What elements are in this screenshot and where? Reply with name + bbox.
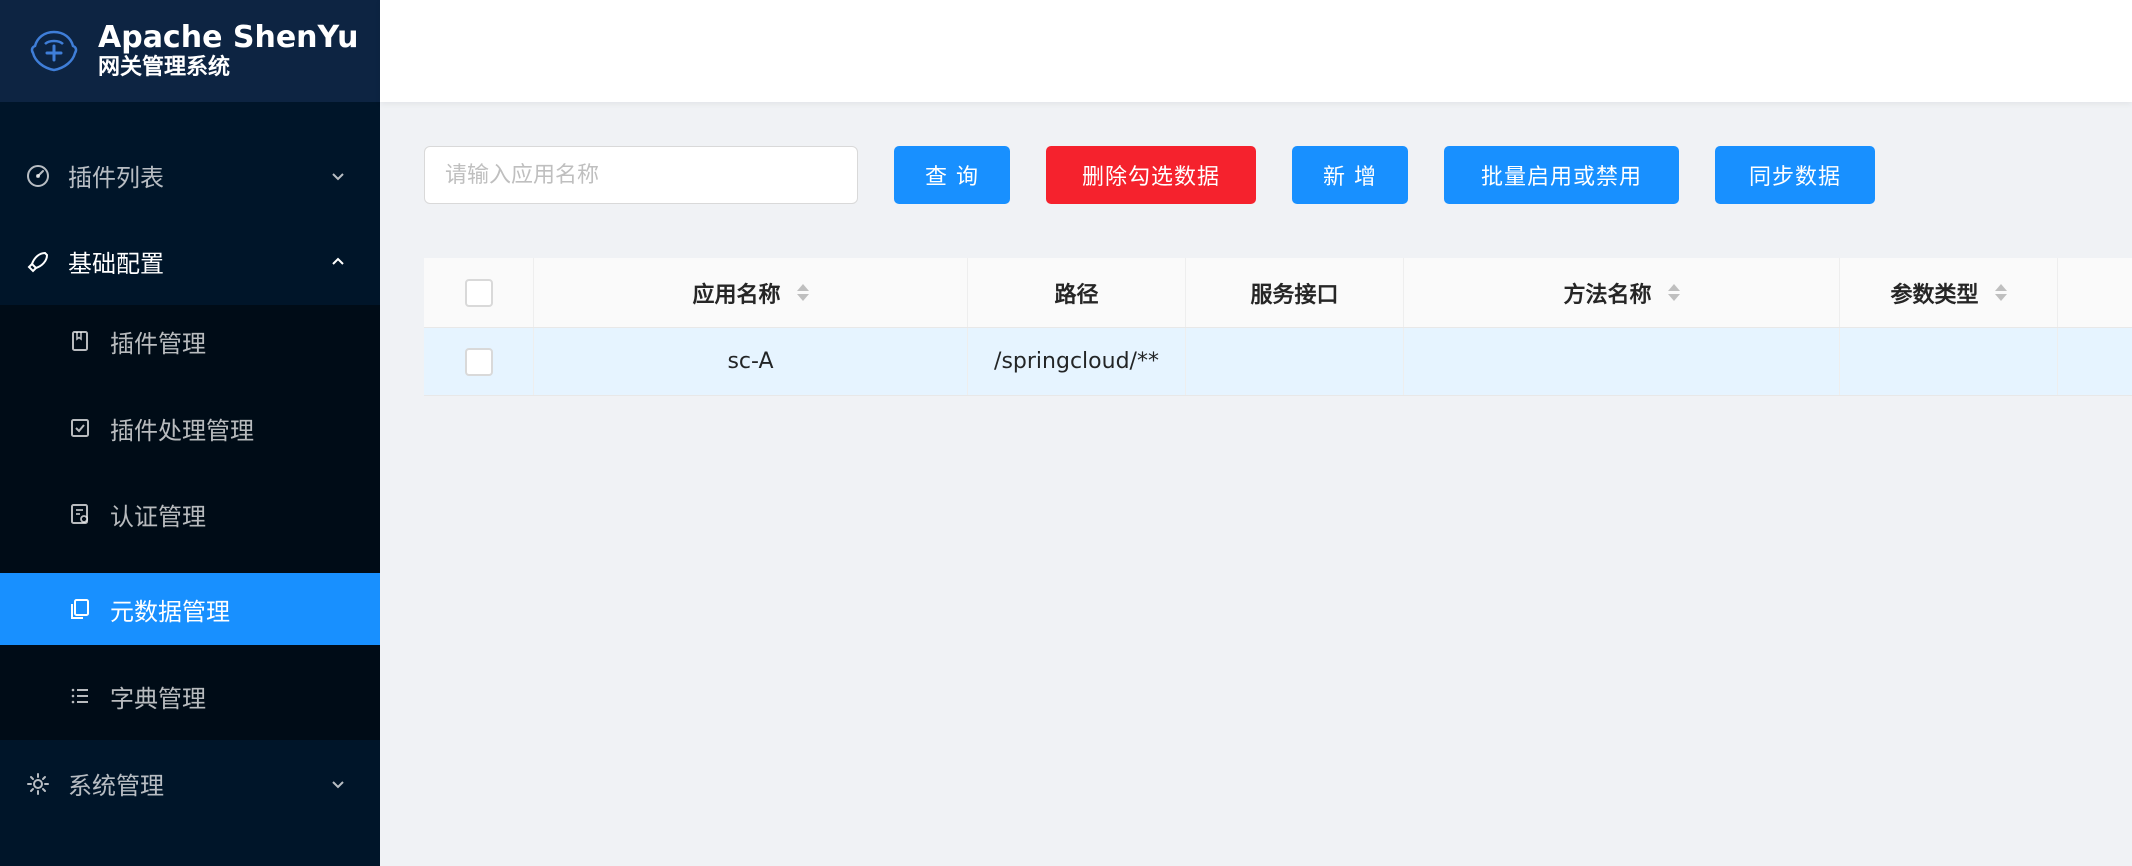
- brand-title: Apache ShenYu: [98, 20, 359, 55]
- chevron-down-icon: [328, 774, 348, 794]
- cell-path: /springcloud/**: [968, 328, 1186, 395]
- book-icon: [66, 327, 94, 355]
- sort-icon[interactable]: [796, 284, 809, 301]
- cell-method: [1404, 328, 1840, 395]
- table-header: 应用名称 路径 服务接口 方法名称 参数类型: [424, 258, 2132, 328]
- column-header-label: 参数类型: [1890, 282, 1979, 308]
- sidebar-item-label: 字典管理: [110, 684, 206, 713]
- select-all-cell: [424, 258, 534, 327]
- cell-param-types: [1840, 328, 2058, 395]
- column-header-label: 应用名称: [692, 282, 781, 308]
- batch-enable-disable-button[interactable]: 批量启用或禁用: [1444, 146, 1679, 204]
- chevron-up-icon: [328, 252, 348, 272]
- column-header-param-types[interactable]: 参数类型: [1840, 258, 2058, 327]
- sidebar-item-basic-config[interactable]: 基础配置: [0, 218, 380, 305]
- sidebar-item-system[interactable]: 系统管理: [0, 740, 380, 827]
- metadata-table: 应用名称 路径 服务接口 方法名称 参数类型 sc-A /springcloud…: [424, 258, 2132, 396]
- sidebar-item-label: 插件管理: [110, 329, 206, 358]
- sidebar-item-auth[interactable]: 认证管理: [0, 478, 380, 550]
- column-header-path: 路径: [968, 258, 1186, 327]
- column-header-label: 服务接口: [1250, 282, 1339, 308]
- sidebar-item-dictionary[interactable]: 字典管理: [0, 660, 380, 732]
- sidebar-item-label: 插件处理管理: [110, 416, 254, 445]
- add-button[interactable]: 新 增: [1292, 146, 1408, 204]
- brand-logo[interactable]: Apache ShenYu 网关管理系统: [0, 0, 380, 102]
- cell-service: [1186, 328, 1404, 395]
- sidebar: Apache ShenYu 网关管理系统 插件列表 基础配置 插件管理 插件处理…: [0, 0, 380, 866]
- sidebar-item-label: 认证管理: [110, 502, 206, 531]
- column-header-method[interactable]: 方法名称: [1404, 258, 1840, 327]
- app-name-search-input[interactable]: [424, 146, 858, 204]
- row-checkbox[interactable]: [464, 347, 493, 376]
- column-header-label: 路径: [1054, 282, 1099, 308]
- check-square-icon: [66, 414, 94, 442]
- sidebar-item-label: 系统管理: [68, 772, 164, 800]
- cell-app-name: sc-A: [534, 328, 968, 395]
- sidebar-item-metadata[interactable]: 元数据管理: [0, 573, 380, 645]
- audit-icon: [66, 500, 94, 528]
- column-header-app-name[interactable]: 应用名称: [534, 258, 968, 327]
- sidebar-item-plugin-list[interactable]: 插件列表: [0, 132, 380, 219]
- select-all-checkbox[interactable]: [464, 278, 493, 307]
- sort-icon[interactable]: [1994, 284, 2007, 301]
- dashboard-icon: [24, 162, 52, 190]
- rocket-icon: [24, 248, 52, 276]
- column-header-label: 方法名称: [1563, 282, 1652, 308]
- brand-subtitle: 网关管理系统: [98, 55, 231, 80]
- snippets-icon: [66, 595, 94, 623]
- setting-icon: [24, 770, 52, 798]
- sidebar-item-label: 基础配置: [68, 250, 164, 278]
- submenu-basic-config: 插件管理 插件处理管理 认证管理 元数据管理 字典管理: [0, 305, 380, 740]
- column-header-more: [2058, 258, 2132, 327]
- sidebar-item-label: 元数据管理: [110, 597, 230, 626]
- column-header-service: 服务接口: [1186, 258, 1404, 327]
- sync-data-button[interactable]: 同步数据: [1715, 146, 1875, 204]
- row-select-cell: [424, 328, 534, 395]
- delete-selected-button[interactable]: 删除勾选数据: [1046, 146, 1256, 204]
- list-icon: [66, 682, 94, 710]
- query-button[interactable]: 查 询: [894, 146, 1010, 204]
- sidebar-item-label: 插件列表: [68, 164, 164, 192]
- top-header: [380, 0, 2132, 102]
- chevron-down-icon: [328, 166, 348, 186]
- shenyu-logo-icon: [26, 23, 82, 79]
- table-row[interactable]: sc-A /springcloud/**: [424, 328, 2132, 396]
- cell-more: [2058, 328, 2132, 395]
- sidebar-item-plugin-handle[interactable]: 插件处理管理: [0, 392, 380, 464]
- sidebar-item-plugin-management[interactable]: 插件管理: [0, 305, 380, 377]
- sort-icon[interactable]: [1667, 284, 1680, 301]
